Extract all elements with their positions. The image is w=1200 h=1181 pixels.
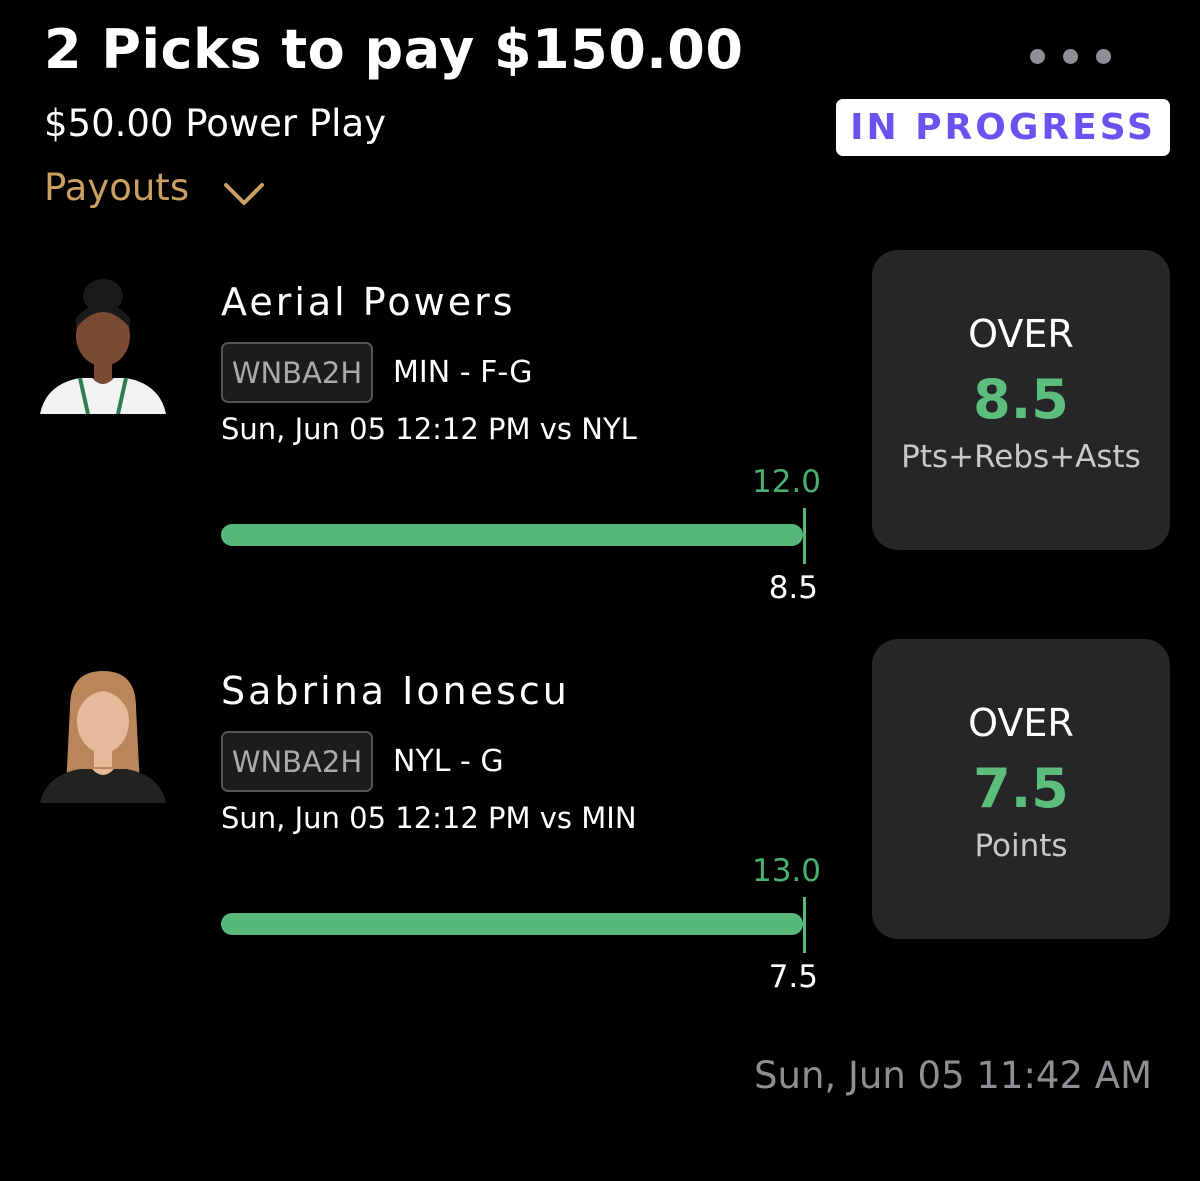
entry-title: 2 Picks to pay $150.00: [44, 18, 744, 81]
stat-type: Points: [974, 828, 1068, 864]
pick-row[interactable]: Aerial Powers WNBA2H MIN - F-G Sun, Jun …: [0, 250, 1200, 618]
player-name: Sabrina Ionescu: [221, 669, 570, 713]
league-badge: WNBA2H: [221, 731, 373, 792]
player-avatar: [40, 279, 166, 414]
payouts-toggle[interactable]: Payouts: [44, 166, 265, 209]
stat-progress: 12.0 8.5: [221, 464, 821, 606]
entry-subtitle: $50.00 Power Play: [44, 102, 387, 145]
projection-value: 8.5: [973, 368, 1069, 431]
line-value-label: 8.5: [768, 570, 818, 606]
player-avatar: [40, 671, 166, 803]
progress-bar: [221, 913, 803, 935]
line-marker: [803, 897, 806, 953]
status-badge: IN PROGRESS: [836, 99, 1170, 156]
payouts-label: Payouts: [44, 166, 190, 209]
stat-progress: 13.0 7.5: [221, 853, 821, 995]
progress-bar: [221, 524, 803, 546]
pick-direction: OVER: [968, 701, 1074, 745]
team-position: MIN - F-G: [393, 355, 533, 390]
more-options-icon[interactable]: [1030, 46, 1130, 66]
line-value-label: 7.5: [768, 959, 818, 995]
game-info: Sun, Jun 05 12:12 PM vs MIN: [221, 801, 637, 835]
team-position: NYL - G: [393, 744, 504, 779]
entry-timestamp: Sun, Jun 05 11:42 AM: [754, 1054, 1152, 1097]
stat-type: Pts+Rebs+Asts: [901, 439, 1141, 475]
chevron-down-icon: [224, 182, 265, 205]
projection-value: 7.5: [973, 757, 1069, 820]
player-name: Aerial Powers: [221, 280, 516, 324]
projection-card[interactable]: OVER 8.5 Pts+Rebs+Asts: [872, 250, 1170, 550]
line-marker: [803, 508, 806, 564]
league-badge: WNBA2H: [221, 342, 373, 403]
game-info: Sun, Jun 05 12:12 PM vs NYL: [221, 412, 637, 446]
actual-value: 13.0: [751, 853, 821, 889]
projection-card[interactable]: OVER 7.5 Points: [872, 639, 1170, 939]
pick-direction: OVER: [968, 312, 1074, 356]
pick-row[interactable]: Sabrina Ionescu WNBA2H NYL - G Sun, Jun …: [0, 639, 1200, 1007]
actual-value: 12.0: [751, 464, 821, 500]
